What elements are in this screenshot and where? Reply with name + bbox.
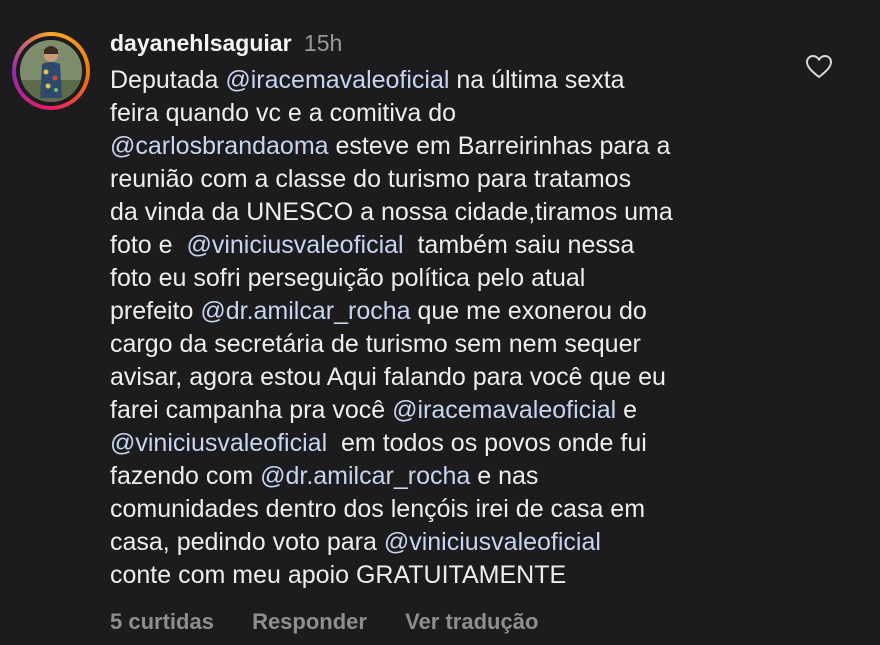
comment-line: comunidades dentro dos lençóis irei de c… <box>110 493 810 526</box>
comment-line: farei campanha pra você @iracemavaleofic… <box>110 394 810 427</box>
comment-line: foto eu sofri perseguição política pelo … <box>110 262 810 295</box>
likes-count[interactable]: 5 curtidas <box>110 609 214 634</box>
comment-text: Deputada @iracemavaleoficial na última s… <box>110 64 810 592</box>
comment-text-segment: em todos os povos onde fui <box>327 429 647 457</box>
mention-link[interactable]: @viniciusvaleoficial <box>186 231 403 259</box>
comment-line: cargo da secretária de turismo sem nem s… <box>110 328 810 361</box>
comment-text-segment: esteve em Barreirinhas para a <box>328 132 671 160</box>
avatar-ring-gap <box>16 36 86 106</box>
mention-link[interactable]: @viniciusvaleoficial <box>384 528 601 556</box>
comment-actions: 5 curtidas Responder Ver tradução <box>110 607 570 637</box>
comment-text-segment: que me exonerou do <box>410 297 647 325</box>
mention-link[interactable]: @dr.amilcar_rocha <box>200 297 410 325</box>
mention-link[interactable]: @iracemavaleoficial <box>225 66 449 94</box>
comment-line: reunião com a classe do turismo para tra… <box>110 163 810 196</box>
reply-button[interactable]: Responder <box>252 609 367 634</box>
comment-text-segment: casa, pedindo voto para <box>110 528 384 556</box>
mention-link[interactable]: @iracemavaleoficial <box>392 396 616 424</box>
comment-text-segment: foto e <box>110 231 187 259</box>
comment-line: avisar, agora estou Aqui falando para vo… <box>110 361 810 394</box>
comment-text-segment: cargo da secretária de turismo sem nem s… <box>110 330 641 358</box>
comment-text-segment: Deputada <box>110 66 226 94</box>
comment-text-segment: avisar, agora estou Aqui falando para vo… <box>110 363 666 391</box>
comment-text-segment: foto eu sofri perseguição política pelo … <box>110 264 586 292</box>
mention-link[interactable]: @dr.amilcar_rocha <box>260 462 470 490</box>
comment-text-segment: fazendo com <box>110 462 261 490</box>
comment: dayanehlsaguiar 15h Deputada @iracemaval… <box>0 0 880 645</box>
comment-text-segment: e nas <box>470 462 539 490</box>
comment-line: foto e @viniciusvaleoficial também saiu … <box>110 229 810 262</box>
avatar[interactable] <box>20 40 82 102</box>
mention-link[interactable]: @carlosbrandaoma <box>110 132 329 160</box>
mention-link[interactable]: @viniciusvaleoficial <box>110 429 327 457</box>
comment-line: fazendo com @dr.amilcar_rocha e nas <box>110 460 810 493</box>
comment-text-segment: farei campanha pra você <box>110 396 393 424</box>
comment-text-segment: reunião com a classe do turismo para tra… <box>110 165 632 193</box>
avatar-story-ring[interactable] <box>12 32 90 110</box>
avatar-photo-icon <box>20 40 82 102</box>
comment-line: da vinda da UNESCO a nossa cidade,tiramo… <box>110 196 810 229</box>
translate-button[interactable]: Ver tradução <box>405 609 538 634</box>
comment-text-segment: também saiu nessa <box>403 231 635 259</box>
comment-text-segment: comunidades dentro dos lençóis irei de c… <box>110 495 646 523</box>
comment-line: Deputada @iracemavaleoficial na última s… <box>110 64 810 97</box>
comment-text-segment: conte com meu apoio GRATUITAMENTE <box>110 561 567 589</box>
comment-line: @viniciusvaleoficial em todos os povos o… <box>110 427 810 460</box>
comment-line: casa, pedindo voto para @viniciusvaleofi… <box>110 526 810 559</box>
comment-text-segment: na última sexta <box>449 66 625 94</box>
comment-text-segment: prefeito <box>110 297 201 325</box>
comment-line: feira quando vc e a comitiva do <box>110 97 810 130</box>
comment-text-segment: feira quando vc e a comitiva do <box>110 99 457 127</box>
comment-text-segment: e <box>616 396 638 424</box>
timestamp: 15h <box>303 30 343 56</box>
comment-text-segment: da vinda da UNESCO a nossa cidade,tiramo… <box>110 198 673 226</box>
comment-line: @carlosbrandaoma esteve em Barreirinhas … <box>110 130 810 163</box>
heart-outline-icon[interactable] <box>806 55 832 79</box>
comment-line: conte com meu apoio GRATUITAMENTE <box>110 559 810 592</box>
comment-line: prefeito @dr.amilcar_rocha que me exoner… <box>110 295 810 328</box>
comment-header: dayanehlsaguiar 15h <box>110 28 342 58</box>
username[interactable]: dayanehlsaguiar <box>110 30 292 56</box>
